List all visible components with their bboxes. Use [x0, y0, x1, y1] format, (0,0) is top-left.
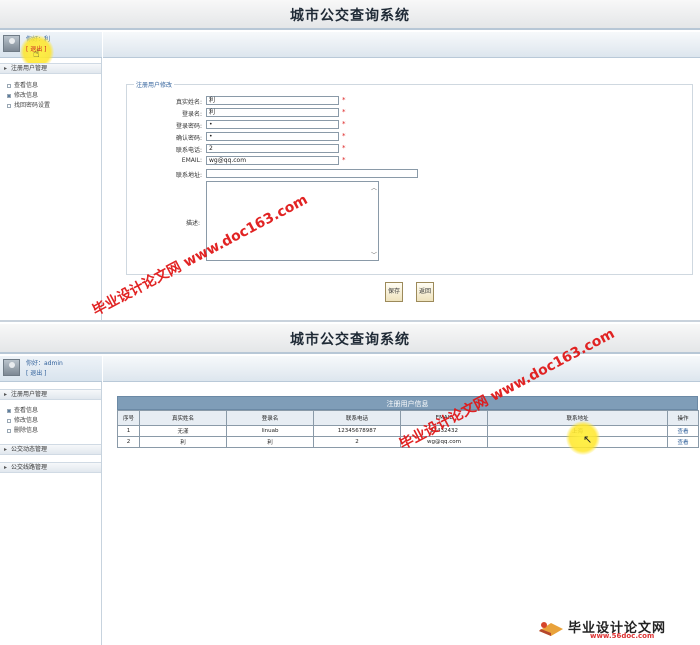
table-cell: 2	[117, 436, 140, 448]
required-mark: *	[342, 156, 346, 164]
bullet-icon	[7, 418, 11, 423]
field-address: 联系地址:	[126, 169, 693, 179]
field-label: 确认密码:	[175, 135, 202, 142]
field-phone: 联系电话: 2 *	[126, 144, 693, 154]
greeting: 你好：admin	[26, 360, 63, 367]
table-caption: 注册用户信息	[117, 396, 698, 410]
app-title: 城市公交查询系统	[290, 8, 410, 24]
field-login-name: 登录名: 利 *	[126, 108, 693, 118]
menu-item-label: 查看信息	[14, 407, 39, 414]
table-cell: 利	[226, 436, 314, 448]
menu-section-user-mgmt[interactable]: 注册用户管理	[0, 389, 101, 400]
column-header: 登录名	[226, 410, 314, 426]
bullet-icon	[7, 83, 11, 88]
footer-logo: 毕业设计论文网 www.56doc.com	[532, 617, 692, 641]
field-password: 登录密码: • *	[126, 120, 693, 130]
field-confirm-password: 确认密码: • *	[126, 132, 693, 142]
bullet-icon	[7, 408, 11, 413]
table-cell: 2	[313, 436, 401, 448]
menu-item-delete[interactable]: 删除信息	[7, 427, 38, 435]
save-button[interactable]: 保存	[385, 282, 403, 302]
back-button[interactable]: 返回	[416, 282, 434, 302]
phone-input[interactable]: 2	[206, 144, 339, 153]
menu-section-bus-routes[interactable]: 公交线路管理	[0, 462, 101, 473]
footer-logo-url: www.56doc.com	[590, 632, 655, 640]
view-link[interactable]: 查看	[667, 436, 699, 448]
hand-cursor-icon: ☝	[33, 47, 40, 60]
menu-item-label: 修改信息	[14, 92, 39, 99]
arrow-cursor-icon: ↖	[583, 433, 593, 446]
menu-item-edit[interactable]: 修改信息	[7, 417, 38, 425]
table-cell: 利	[139, 436, 227, 448]
menu-item-view[interactable]: 查看信息	[7, 407, 38, 415]
bullet-icon	[7, 103, 11, 108]
avatar	[3, 35, 20, 52]
field-label: 联系地址:	[175, 172, 202, 179]
menu-item-label: 修改信息	[14, 417, 39, 424]
avatar	[3, 359, 20, 376]
login-name-input[interactable]: 利	[206, 108, 339, 117]
required-mark: *	[342, 96, 346, 104]
real-name-input[interactable]: 利	[206, 96, 339, 105]
scroll-down-icon[interactable]: ﹀	[371, 250, 377, 259]
password-input[interactable]: •	[206, 120, 339, 129]
field-label: EMAIL:	[181, 157, 202, 164]
field-label: 真实姓名:	[175, 99, 202, 106]
menu-item-label: 查看信息	[14, 82, 39, 89]
sidebar: 你好：admin [ 退出 ] 注册用户管理 查看信息 修改信息 删除信息 公交…	[0, 356, 102, 645]
content-topbar	[103, 32, 700, 58]
menu-section-user-mgmt[interactable]: 注册用户管理	[0, 63, 101, 74]
user-panel: 你好：利 [ 退出 ] ☝	[0, 32, 102, 69]
field-email: EMAIL: wg@qq.com *	[126, 156, 693, 166]
required-mark: *	[342, 108, 346, 116]
column-header: 真实姓名	[139, 410, 227, 426]
menu-item-password[interactable]: 找回密码设置	[7, 102, 50, 110]
table-header-row: 序号 真实姓名 登录名 联系电话 EMAIL 联系地址 操作	[117, 410, 699, 426]
menu-section-bus-status[interactable]: 公交动态管理	[0, 444, 101, 455]
field-label: 登录名:	[181, 111, 202, 118]
required-mark: *	[342, 120, 346, 128]
menu-item-label: 找回密码设置	[14, 102, 51, 109]
column-header: 联系电话	[313, 410, 401, 426]
required-mark: *	[342, 144, 346, 152]
field-real-name: 真实姓名: 利 *	[126, 96, 693, 106]
table-cell: 12345678987	[313, 425, 401, 437]
header-banner: 城市公交查询系统	[0, 0, 700, 30]
logout-link[interactable]: [ 退出 ]	[26, 368, 47, 377]
email-input[interactable]: wg@qq.com	[206, 156, 339, 165]
bullet-icon	[7, 93, 11, 98]
screenshot-edit-user: 城市公交查询系统 你好：利 [ 退出 ] ☝ 注册用户管理 查看信息 修改信息 …	[0, 0, 700, 322]
description-label: 描述:	[186, 220, 201, 227]
confirm-password-input[interactable]: •	[206, 132, 339, 141]
content-topbar	[103, 356, 700, 382]
column-header: 序号	[117, 410, 140, 426]
screenshot-user-list: 城市公交查询系统 你好：admin [ 退出 ] 注册用户管理 查看信息 修改信…	[0, 324, 700, 645]
table-cell: linuab	[226, 425, 314, 437]
menu-item-view[interactable]: 查看信息	[7, 82, 38, 90]
required-mark: *	[342, 132, 346, 140]
field-label: 联系电话:	[175, 147, 202, 154]
logout-label: 退出	[30, 370, 43, 377]
address-input[interactable]	[206, 169, 418, 178]
menu-item-label: 删除信息	[14, 427, 39, 434]
scroll-up-icon[interactable]: ︿	[371, 183, 377, 192]
book-logo-icon	[539, 622, 563, 636]
menu-item-edit[interactable]: 修改信息	[7, 92, 38, 100]
sidebar: 你好：利 [ 退出 ] ☝ 注册用户管理 查看信息 修改信息 找回密码设置	[0, 32, 102, 320]
form-legend: 注册用户修改	[134, 80, 175, 89]
user-panel: 你好：admin [ 退出 ]	[0, 356, 102, 382]
table-cell: 1	[117, 425, 140, 437]
bullet-icon	[7, 428, 11, 433]
column-header: 操作	[667, 410, 699, 426]
table-cell: 无漾	[139, 425, 227, 437]
view-link[interactable]: 查看	[667, 425, 699, 437]
field-label: 登录密码:	[175, 123, 202, 130]
